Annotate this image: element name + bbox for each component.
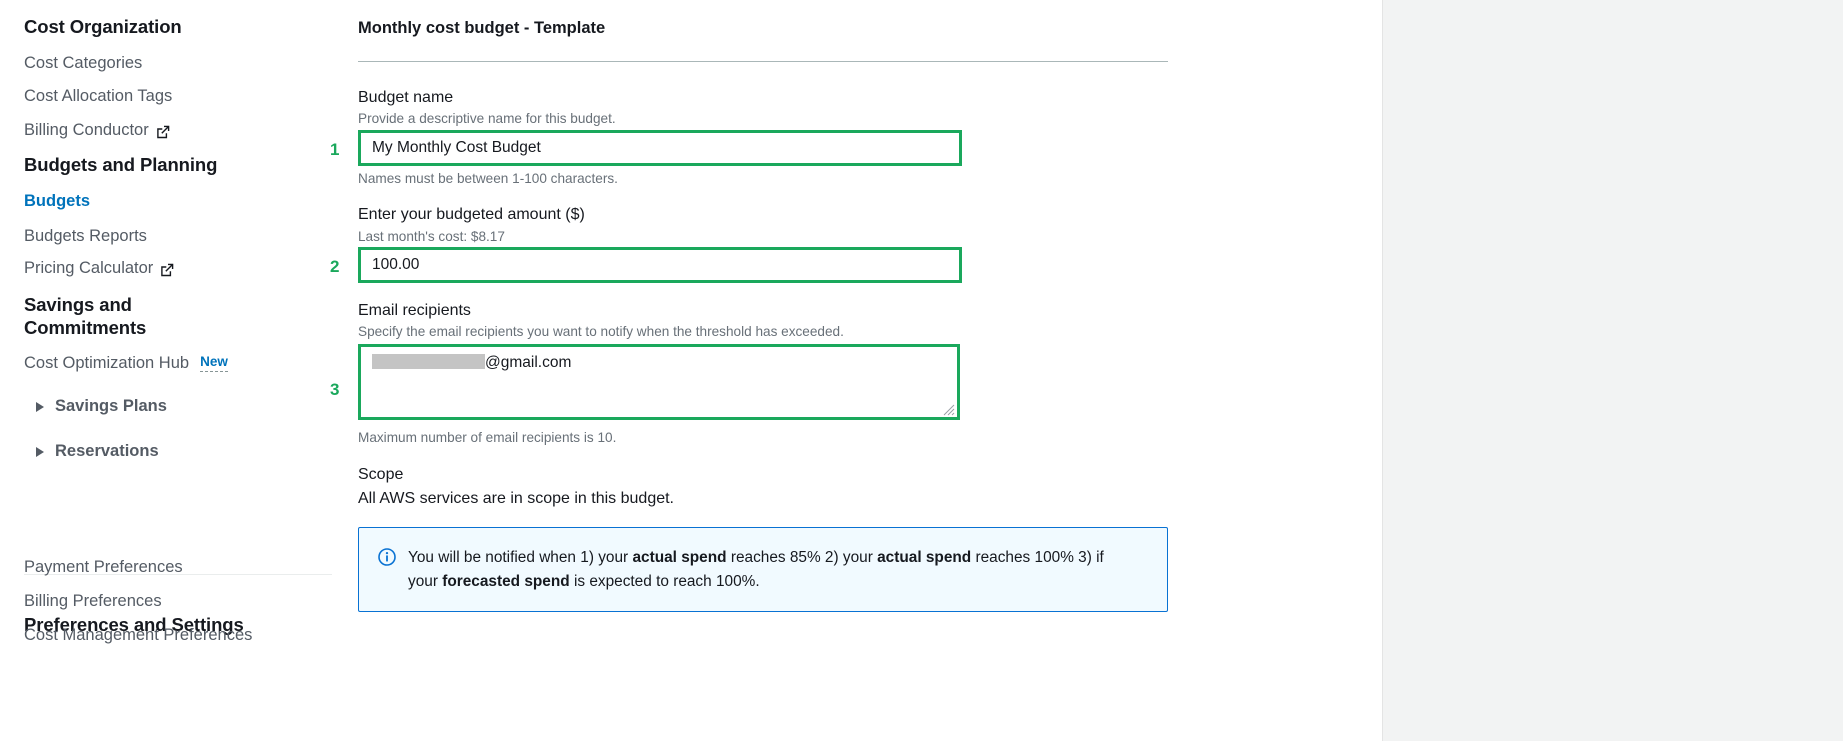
sidebar-item-label: Payment Preferences <box>24 558 183 578</box>
alert-content-row: You will be notified when 1) your actual… <box>359 528 1167 595</box>
scope-value: All AWS services are in scope in this bu… <box>358 490 674 508</box>
step-marker-1: 1 <box>330 140 339 160</box>
scope-label: Scope <box>358 465 403 485</box>
textarea-resize-handle-icon[interactable] <box>943 403 955 415</box>
sidebar-item-label: Cost Categories <box>24 54 142 74</box>
sidebar-item-payment-preferences[interactable]: Payment Preferences <box>0 558 332 578</box>
budgeted-amount-value: 100.00 <box>372 256 419 274</box>
email-recipients-textarea[interactable]: @gmail.com <box>358 344 960 420</box>
chevron-right-icon <box>36 447 44 457</box>
page-title: Monthly cost budget - Template <box>358 19 605 38</box>
budgeted-amount-description: Last month's cost: $8.17 <box>358 228 505 246</box>
info-icon <box>378 548 396 595</box>
alert-text-part-1: You will be notified when 1) your <box>408 549 632 566</box>
sidebar-item-label: Budgets Reports <box>24 227 147 247</box>
email-recipients-value-suffix: @gmail.com <box>485 354 571 371</box>
sidebar-group-label: Reservations <box>55 442 159 461</box>
new-badge: New <box>200 355 228 372</box>
right-empty-area <box>1384 0 1843 741</box>
billing-console-page: Cost Organization Cost Categories Cost A… <box>0 0 1843 741</box>
notification-info-alert: You will be notified when 1) your actual… <box>358 527 1168 612</box>
budget-name-value: My Monthly Cost Budget <box>372 139 541 157</box>
email-recipients-label: Email recipients <box>358 301 471 321</box>
sidebar-item-label: Cost Allocation Tags <box>24 87 172 107</box>
sidebar-item-billing-preferences[interactable]: Billing Preferences <box>0 592 332 612</box>
sidebar-group-savings-plans[interactable]: Savings Plans <box>0 397 332 416</box>
sidebar-item-label: Cost Optimization Hub <box>24 354 189 374</box>
sidebar-item-label: Pricing Calculator <box>24 259 153 279</box>
redacted-email-local-part <box>372 354 485 369</box>
budget-name-label: Budget name <box>358 88 453 108</box>
step-marker-2: 2 <box>330 257 339 277</box>
sidebar-item-cost-allocation-tags[interactable]: Cost Allocation Tags <box>0 87 332 107</box>
sidebar-item-billing-conductor[interactable]: Billing Conductor <box>0 121 332 141</box>
sidebar-heading-savings-and-commitments-line1: Savings and <box>0 294 332 317</box>
email-recipients-description: Specify the email recipients you want to… <box>358 323 844 341</box>
left-navigation-sidebar: Cost Organization Cost Categories Cost A… <box>0 0 332 741</box>
sidebar-item-budgets-reports[interactable]: Budgets Reports <box>0 227 332 247</box>
sidebar-item-label: Cost Management Preferences <box>24 626 252 646</box>
sidebar-item-budgets[interactable]: Budgets <box>0 192 332 212</box>
main-region: Monthly cost budget - Template Budget na… <box>332 0 1843 741</box>
sidebar-group-label: Savings Plans <box>55 397 167 416</box>
alert-message: You will be notified when 1) your actual… <box>408 546 1135 595</box>
title-divider <box>358 61 1168 62</box>
sidebar-item-pricing-calculator[interactable]: Pricing Calculator <box>0 259 332 279</box>
budget-name-description: Provide a descriptive name for this budg… <box>358 110 616 128</box>
sidebar-heading-budgets-and-planning: Budgets and Planning <box>0 154 332 177</box>
alert-bold-actual-spend-2: actual spend <box>877 549 971 566</box>
sidebar-item-label: Billing Preferences <box>24 592 162 612</box>
budget-name-hint: Names must be between 1-100 characters. <box>358 170 618 188</box>
sidebar-group-reservations[interactable]: Reservations <box>0 442 332 461</box>
external-link-icon <box>160 263 174 277</box>
alert-bold-forecasted-spend: forecasted spend <box>442 573 569 590</box>
sidebar-item-cost-categories[interactable]: Cost Categories <box>0 54 332 74</box>
step-marker-3: 3 <box>330 380 339 400</box>
alert-text-part-2: reaches 85% 2) your <box>727 549 878 566</box>
sidebar-item-cost-management-preferences[interactable]: Cost Management Preferences <box>0 626 332 646</box>
sidebar-item-label: Budgets <box>24 192 90 212</box>
sidebar-heading-cost-organization: Cost Organization <box>0 16 332 39</box>
sidebar-heading-savings-and-commitments-line2: Commitments <box>0 317 332 340</box>
chevron-right-icon <box>36 402 44 412</box>
external-link-icon <box>156 125 170 139</box>
alert-bold-actual-spend-1: actual spend <box>632 549 726 566</box>
email-recipients-hint: Maximum number of email recipients is 10… <box>358 429 616 447</box>
budgeted-amount-input[interactable]: 100.00 <box>358 247 962 283</box>
sidebar-item-cost-optimization-hub[interactable]: Cost Optimization Hub New <box>0 354 332 374</box>
budget-form-panel: Monthly cost budget - Template Budget na… <box>332 0 1383 741</box>
alert-text-part-4: is expected to reach 100%. <box>570 573 760 590</box>
budget-name-input[interactable]: My Monthly Cost Budget <box>358 130 962 166</box>
sidebar-item-label: Billing Conductor <box>24 121 149 141</box>
budgeted-amount-label: Enter your budgeted amount ($) <box>358 205 585 225</box>
